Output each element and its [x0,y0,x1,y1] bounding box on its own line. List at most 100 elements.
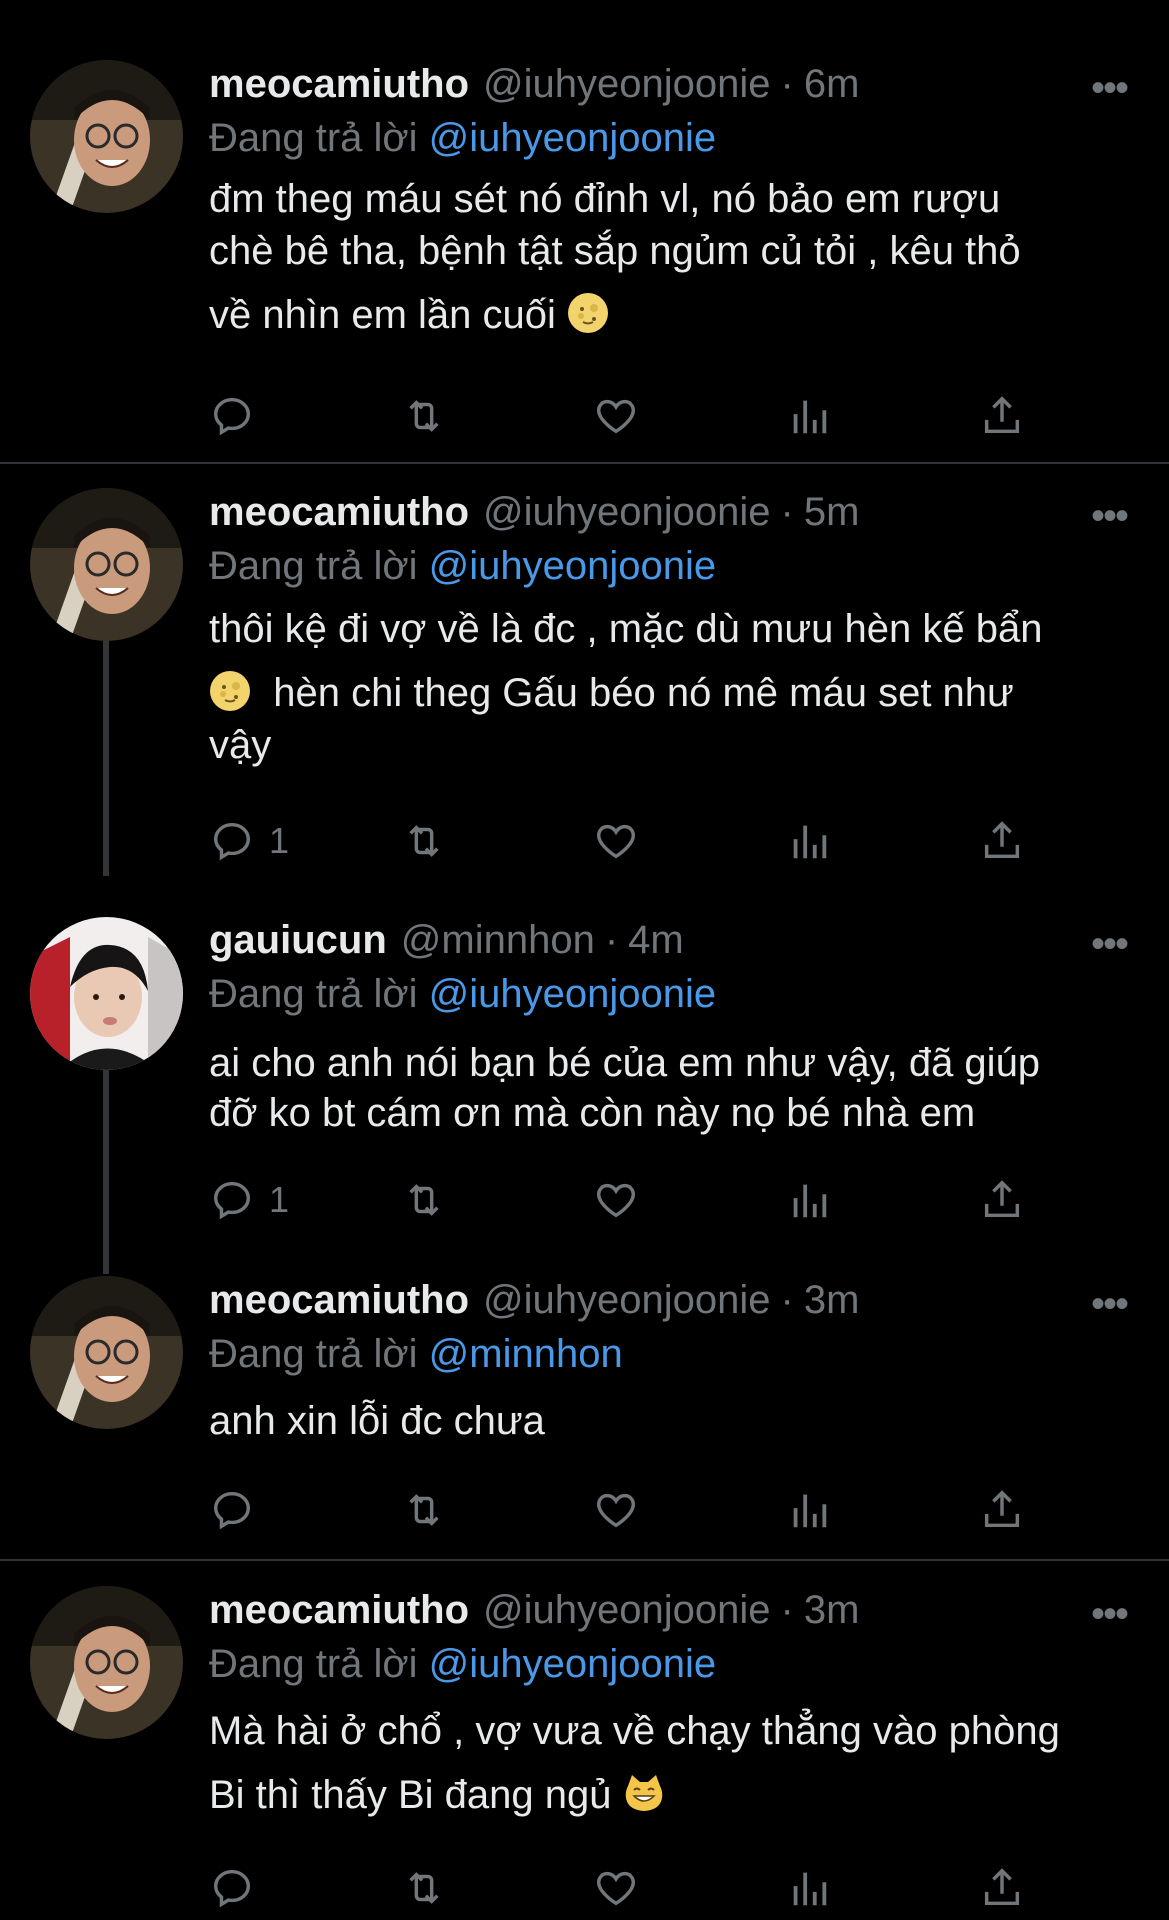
tweet-header: meocamiutho @iuhyeonjoonie · 3m [209,1588,859,1638]
tweet-text: ai cho anh nói bạn bé của em như vậy, đã… [209,1038,1129,1138]
analytics-icon [793,400,827,434]
like-button[interactable] [593,388,639,444]
tweet-actions: 1 [209,813,1029,869]
separator-dot: · [780,1588,794,1632]
mention-link[interactable]: @minnhon [429,1332,623,1376]
share-button[interactable] [979,388,1025,444]
handle[interactable]: @iuhyeonjoonie [483,1278,770,1323]
display-name[interactable]: meocamiutho [209,62,469,107]
avatar[interactable] [30,60,183,213]
analytics-button[interactable] [786,1860,832,1916]
heart-icon [597,1183,635,1218]
retweet-button[interactable] [401,813,447,869]
avatar[interactable] [30,1276,183,1429]
like-button[interactable] [593,1172,639,1228]
handle[interactable]: @iuhyeonjoonie [483,62,770,107]
reply-count: 1 [269,820,290,861]
analytics-button[interactable] [786,1172,832,1228]
tweet-header: meocamiutho @iuhyeonjoonie · 3m [209,1278,859,1328]
avatar[interactable] [30,917,183,1070]
display-name[interactable]: meocamiutho [209,490,469,535]
display-name[interactable]: gauiucun [209,918,387,963]
moon-face-emoji [210,671,250,711]
heart-icon [597,1871,635,1906]
handle[interactable]: @minnhon [401,918,595,963]
tweet-text: thôi kệ đi vợ về là đc , mặc dù mưu hèn … [209,603,1129,771]
text-line: về nhìn em lần cuối [209,293,556,337]
text-line: ai cho anh nói bạn bé của em như vậy, đã… [209,1041,1041,1085]
analytics-button[interactable] [786,1482,832,1538]
heart-icon [597,399,635,434]
text-line: anh xin lỗi đc chưa [209,1399,545,1443]
tweet-actions [209,388,1029,444]
share-icon [984,396,1020,434]
more-options-icon[interactable]: ••• [1091,68,1129,108]
share-button[interactable] [979,1860,1025,1916]
retweet-icon [409,825,439,857]
reply-button[interactable]: 1 [209,813,289,869]
mention-link[interactable]: @iuhyeonjoonie [429,116,716,160]
tweet-actions [209,1482,1029,1538]
analytics-button[interactable] [786,388,832,444]
more-options-icon[interactable]: ••• [1091,924,1129,964]
reply-icon [213,1491,251,1530]
mention-link[interactable]: @iuhyeonjoonie [429,1642,716,1686]
retweet-button[interactable] [401,1860,447,1916]
share-button[interactable] [979,1172,1025,1228]
share-button[interactable] [979,1482,1025,1538]
more-options-icon[interactable]: ••• [1091,1284,1129,1324]
reply-button[interactable] [209,1860,269,1916]
share-button[interactable] [979,813,1025,869]
text-line: thôi kệ đi vợ về là đc , mặc dù mưu hèn … [209,607,1043,651]
text-line: Mà hài ở chổ , vợ vưa về chạy thẳng vào … [209,1709,1060,1753]
tweet-actions: 1 [209,1172,1029,1228]
more-options-icon[interactable]: ••• [1091,1594,1129,1634]
display-name[interactable]: meocamiutho [209,1278,469,1323]
analytics-icon [793,1872,827,1906]
timestamp[interactable]: 4m [628,918,684,963]
tweet-text: anh xin lỗi đc chưa [209,1396,1129,1446]
retweet-icon [409,400,439,432]
text-line-with-emoji: về nhìn em lần cuối [209,290,1129,354]
retweet-icon [409,1872,439,1904]
replying-to: Đang trả lời @iuhyeonjoonie [209,1642,716,1687]
analytics-button[interactable] [786,813,832,869]
reply-button[interactable] [209,388,269,444]
retweet-button[interactable] [401,1172,447,1228]
timestamp[interactable]: 6m [804,62,860,107]
reply-button[interactable]: 1 [209,1172,289,1228]
tweet-header: meocamiutho @iuhyeonjoonie · 6m [209,62,859,112]
timestamp[interactable]: 3m [804,1588,860,1633]
share-icon [984,1868,1020,1906]
avatar[interactable] [30,1586,183,1739]
text-line: vậy [209,723,272,767]
replying-to: Đang trả lời @iuhyeonjoonie [209,116,716,161]
replying-to-label: Đang trả lời [209,116,418,160]
retweet-button[interactable] [401,1482,447,1538]
replying-to-label: Đang trả lời [209,972,418,1016]
reply-icon [213,397,251,436]
mention-link[interactable]: @iuhyeonjoonie [429,544,716,588]
tweet-text: Mà hài ở chổ , vợ vưa về chạy thẳng vào … [209,1706,1129,1820]
reply-icon [213,822,251,861]
mention-link[interactable]: @iuhyeonjoonie [429,972,716,1016]
timestamp[interactable]: 5m [804,490,860,535]
more-options-icon[interactable]: ••• [1091,496,1129,536]
like-button[interactable] [593,1482,639,1538]
tweet-header: gauiucun @minnhon · 4m [209,918,684,968]
separator-dot: · [604,918,619,962]
like-button[interactable] [593,1860,639,1916]
like-button[interactable] [593,813,639,869]
reply-count: 1 [269,1179,290,1220]
display-name[interactable]: meocamiutho [209,1588,469,1633]
timestamp[interactable]: 3m [804,1278,860,1323]
separator-dot: · [780,490,794,534]
retweet-button[interactable] [401,388,447,444]
avatar[interactable] [30,488,183,641]
handle[interactable]: @iuhyeonjoonie [483,1588,770,1633]
reply-button[interactable] [209,1482,269,1538]
handle[interactable]: @iuhyeonjoonie [483,490,770,535]
text-line: hèn chi theg Gấu béo nó mê máu set như [273,671,1014,715]
tweet-header: meocamiutho @iuhyeonjoonie · 5m [209,490,859,540]
retweet-icon [409,1184,439,1216]
